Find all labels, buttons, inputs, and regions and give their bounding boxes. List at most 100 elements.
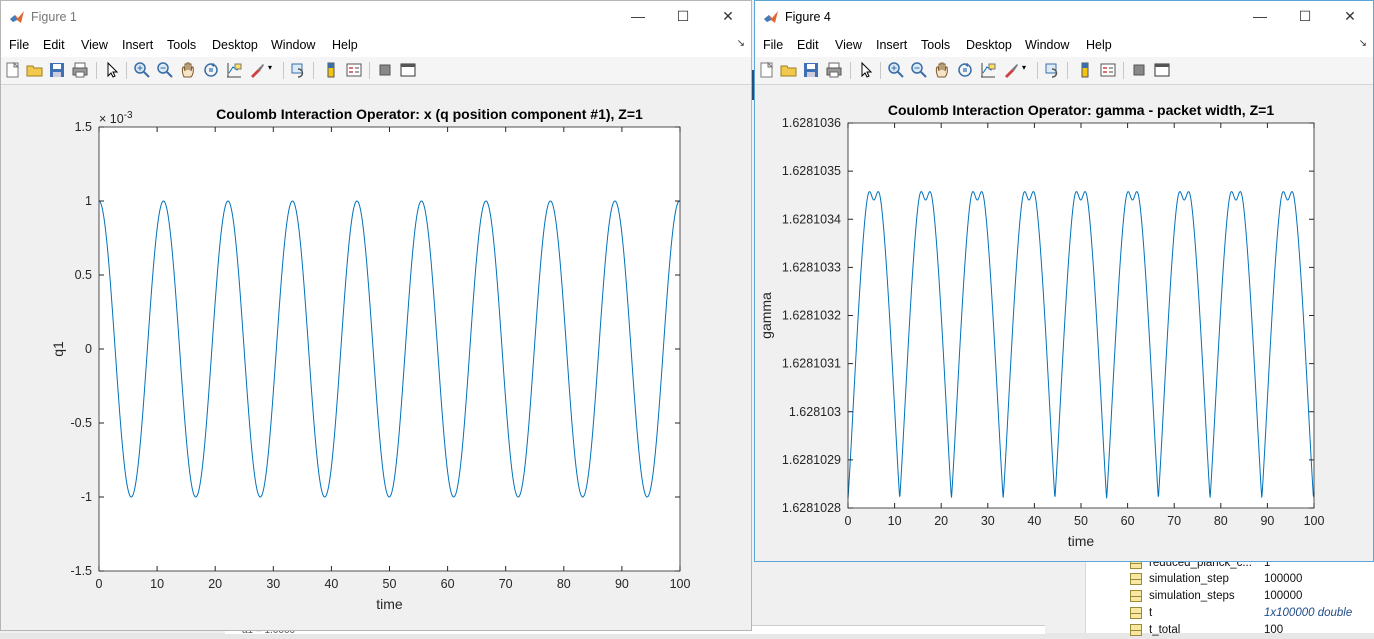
menu-file[interactable]: File (763, 38, 783, 52)
x-tick-label: 40 (324, 577, 338, 591)
brush-icon[interactable] (248, 61, 266, 79)
variable-icon (1130, 573, 1142, 585)
zoom-out-icon[interactable] (156, 61, 174, 79)
menu-help[interactable]: Help (332, 38, 358, 52)
dock-arrow-icon[interactable]: ↘ (737, 38, 745, 49)
figure-canvas[interactable]: 0 10 20 30 40 50 60 70 80 90 100 -1.5 -1 -0.5 0 0.5 1 1.5… (1, 85, 751, 630)
x-tick-label: 100 (1304, 514, 1325, 528)
close-button[interactable]: ✕ (1327, 1, 1373, 32)
workspace-panel: reduced_planck_c... 1 simulation_step 10… (1085, 555, 1374, 636)
data-cursor-icon[interactable] (979, 61, 997, 79)
toolbar-separator (1067, 62, 1068, 79)
figure-canvas[interactable]: 0 10 20 30 40 50 60 70 80 90 100 1.6281028 1.6281029… (755, 85, 1373, 561)
y-tick-label: 1.6281036 (782, 116, 841, 130)
y-tick-label: 0.5 (75, 268, 92, 282)
print-icon[interactable] (825, 61, 843, 79)
save-icon[interactable] (48, 61, 66, 79)
y-tick-label: 1.5 (75, 120, 92, 134)
menu-tools[interactable]: Tools (167, 38, 196, 52)
pointer-icon[interactable] (103, 61, 121, 79)
brush-dropdown-icon[interactable]: ▾ (268, 63, 272, 72)
rotate-3d-icon[interactable] (202, 61, 220, 79)
menu-help[interactable]: Help (1086, 38, 1112, 52)
open-file-icon[interactable] (780, 61, 798, 79)
plot-area (99, 127, 680, 571)
toolbar-separator (1037, 62, 1038, 79)
menu-insert[interactable]: Insert (876, 38, 907, 52)
workspace-row[interactable]: t_total 100 (1086, 622, 1374, 639)
insert-colorbar-icon[interactable] (322, 61, 340, 79)
close-button[interactable]: ✕ (705, 1, 751, 32)
zoom-in-icon[interactable] (133, 61, 151, 79)
menu-window[interactable]: Window (271, 38, 315, 52)
new-figure-icon[interactable] (4, 61, 22, 79)
chart-figure-4[interactable]: 0 10 20 30 40 50 60 70 80 90 100 1.6281028 1.6281029… (755, 85, 1373, 561)
maximize-button[interactable]: ☐ (660, 1, 706, 32)
minimize-button[interactable]: — (1237, 1, 1283, 32)
pointer-icon[interactable] (857, 61, 875, 79)
link-plot-icon[interactable] (290, 61, 308, 79)
toolbar-separator (313, 62, 314, 79)
variable-icon (1130, 624, 1142, 636)
minimize-button[interactable]: — (615, 1, 661, 32)
data-cursor-icon[interactable] (225, 61, 243, 79)
variable-name: simulation_steps (1149, 590, 1235, 602)
x-tick-label: 50 (1074, 514, 1088, 528)
new-figure-icon[interactable] (758, 61, 776, 79)
brush-dropdown-icon[interactable]: ▾ (1022, 63, 1026, 72)
y-tick-label: -1 (81, 490, 92, 504)
link-plot-icon[interactable] (1044, 61, 1062, 79)
hide-plot-tools-icon[interactable] (1130, 61, 1148, 79)
figure-1-titlebar[interactable]: Figure 1 — ☐ ✕ (1, 1, 751, 32)
figure-1-window[interactable]: Figure 1 — ☐ ✕ File Edit View Insert Too… (0, 0, 752, 631)
dock-arrow-icon[interactable]: ↘ (1359, 38, 1367, 49)
insert-legend-icon[interactable] (345, 61, 363, 79)
menu-window[interactable]: Window (1025, 38, 1069, 52)
maximize-button[interactable]: ☐ (1282, 1, 1328, 32)
menu-edit[interactable]: Edit (43, 38, 65, 52)
figure-4-titlebar[interactable]: Figure 4 — ☐ ✕ (755, 1, 1373, 32)
menu-view[interactable]: View (81, 38, 108, 52)
menu-tools[interactable]: Tools (921, 38, 950, 52)
pan-hand-icon[interactable] (933, 61, 951, 79)
insert-colorbar-icon[interactable] (1076, 61, 1094, 79)
y-tick-label: 1.628103 (789, 405, 841, 419)
chart-figure-1[interactable]: 0 10 20 30 40 50 60 70 80 90 100 -1.5 -1 -0.5 0 0.5 1 1.5… (1, 85, 751, 630)
pan-hand-icon[interactable] (179, 61, 197, 79)
y-exponent-label: × 10-3 (99, 110, 133, 126)
brush-icon[interactable] (1002, 61, 1020, 79)
menu-desktop[interactable]: Desktop (966, 38, 1012, 52)
x-axis-label: time (1068, 533, 1095, 549)
show-plot-tools-icon[interactable] (399, 61, 417, 79)
workspace-row[interactable]: t 1x100000 double (1086, 605, 1374, 622)
zoom-out-icon[interactable] (910, 61, 928, 79)
menu-insert[interactable]: Insert (122, 38, 153, 52)
x-tick-label: 100 (670, 577, 691, 591)
x-tick-label: 90 (615, 577, 629, 591)
variable-value: 100 (1264, 624, 1284, 636)
hide-plot-tools-icon[interactable] (376, 61, 394, 79)
workspace-row[interactable]: simulation_steps 100000 (1086, 588, 1374, 605)
print-icon[interactable] (71, 61, 89, 79)
variable-name: simulation_step (1149, 573, 1229, 585)
save-icon[interactable] (802, 61, 820, 79)
show-plot-tools-icon[interactable] (1153, 61, 1171, 79)
workspace-row[interactable]: simulation_step 100000 (1086, 571, 1374, 588)
rotate-3d-icon[interactable] (956, 61, 974, 79)
menu-desktop[interactable]: Desktop (212, 38, 258, 52)
y-tick-label: 1.6281029 (782, 453, 841, 467)
toolbar-separator (1123, 62, 1124, 79)
zoom-in-icon[interactable] (887, 61, 905, 79)
variable-value: 100000 (1264, 573, 1303, 585)
menu-view[interactable]: View (835, 38, 862, 52)
variable-value: 1x100000 double (1264, 607, 1353, 619)
open-file-icon[interactable] (26, 61, 44, 79)
menu-edit[interactable]: Edit (797, 38, 819, 52)
y-tick-label: -1.5 (70, 564, 92, 578)
x-tick-label: 0 (845, 514, 852, 528)
figure-4-window[interactable]: Figure 4 — ☐ ✕ File Edit View Insert Too… (754, 0, 1374, 562)
menu-file[interactable]: File (9, 38, 29, 52)
x-tick-label: 20 (208, 577, 222, 591)
insert-legend-icon[interactable] (1099, 61, 1117, 79)
window-title: Figure 1 (31, 10, 77, 24)
